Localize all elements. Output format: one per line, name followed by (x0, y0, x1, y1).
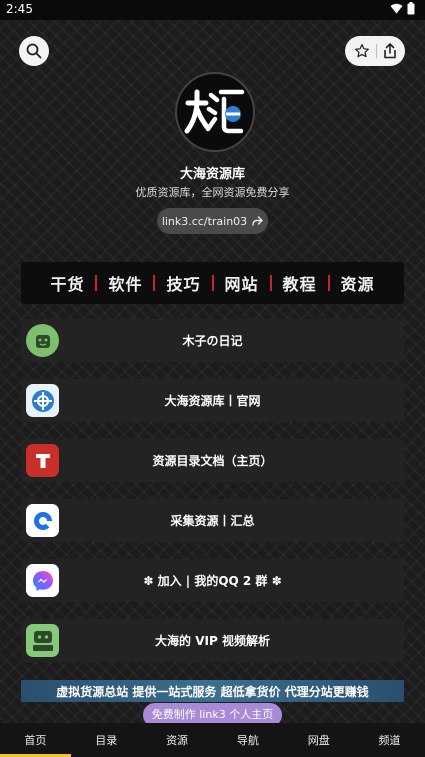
messenger-icon (26, 564, 59, 597)
link-button-dahai-site[interactable]: 大海资源库丨官网 (21, 379, 404, 422)
collection-icon (26, 504, 59, 537)
ad-banner[interactable]: 虚拟货源总站 提供一站式服务 超低拿货价 代理分站更赚钱 (21, 680, 404, 702)
link-button-resource-docs[interactable]: 资源目录文档（主页） (21, 439, 404, 482)
create-page-label: 免费制作 link3 个人主页 (151, 708, 274, 721)
ad-text: 虚拟货源总站 提供一站式服务 超低拿货价 代理分站更赚钱 (56, 684, 369, 699)
search-icon (26, 43, 42, 59)
link-label: 采集资源丨汇总 (170, 514, 255, 528)
status-time: 2:45 (6, 2, 33, 16)
muzi-video-icon (26, 624, 59, 657)
tab-channel[interactable]: 频道 (354, 723, 425, 757)
dahai-logo-icon (26, 384, 59, 417)
share-arrow-icon (252, 216, 263, 226)
divider (375, 44, 377, 58)
link-label: 大海资源库丨官网 (164, 394, 261, 408)
avatar (175, 72, 255, 152)
status-bar: 2:45 (0, 0, 425, 20)
tab-catalog[interactable]: 目录 (71, 723, 142, 757)
link-button-vip-video[interactable]: 大海的 VIP 视频解析 (21, 619, 404, 662)
link-button-collection[interactable]: 采集资源丨汇总 (21, 499, 404, 542)
banner-item: 干货 (50, 275, 85, 294)
share-icon[interactable] (383, 43, 397, 59)
bottom-tab-bar: 首页 目录 资源 导航 网盘 频道 (0, 723, 425, 757)
wifi-icon (390, 3, 403, 14)
banner-item: 技巧 (166, 275, 201, 294)
search-button[interactable] (19, 36, 49, 66)
profile-link: link3.cc/train03 (161, 214, 248, 228)
tab-resources[interactable]: 资源 (142, 723, 213, 757)
document-t-icon (26, 444, 59, 477)
profile-name: 大海资源库 (179, 167, 245, 182)
banner-item: 资源 (340, 275, 375, 294)
dahai-logo-icon (184, 89, 245, 134)
link-button-muzi-diary[interactable]: 木子の日记 (21, 319, 404, 362)
tab-netdisk[interactable]: 网盘 (283, 723, 354, 757)
header-actions (345, 36, 405, 66)
category-banner[interactable]: 干货 软件 技巧 网站 教程 资源 (21, 262, 404, 304)
link-label: ✽ 加入 | 我的QQ 2 群 ✽ (143, 574, 282, 588)
banner-item: 软件 (108, 275, 143, 294)
battery-icon (407, 2, 415, 15)
profile-link-chip[interactable]: link3.cc/train03 (157, 208, 268, 234)
banner-item: 网站 (224, 275, 259, 294)
muzi-diary-icon (26, 324, 59, 357)
link-label: 资源目录文档（主页） (152, 454, 273, 468)
star-icon[interactable] (354, 43, 370, 59)
banner-item: 教程 (282, 275, 317, 294)
link-label: 大海的 VIP 视频解析 (155, 634, 270, 648)
profile-bio: 优质资源库，全网资源免费分享 (135, 186, 290, 199)
link-label: 木子の日记 (182, 334, 243, 348)
tab-home[interactable]: 首页 (0, 723, 71, 757)
status-icons (390, 2, 415, 15)
link-button-qq-group[interactable]: ✽ 加入 | 我的QQ 2 群 ✽ (21, 559, 404, 602)
tab-navigation[interactable]: 导航 (212, 723, 283, 757)
